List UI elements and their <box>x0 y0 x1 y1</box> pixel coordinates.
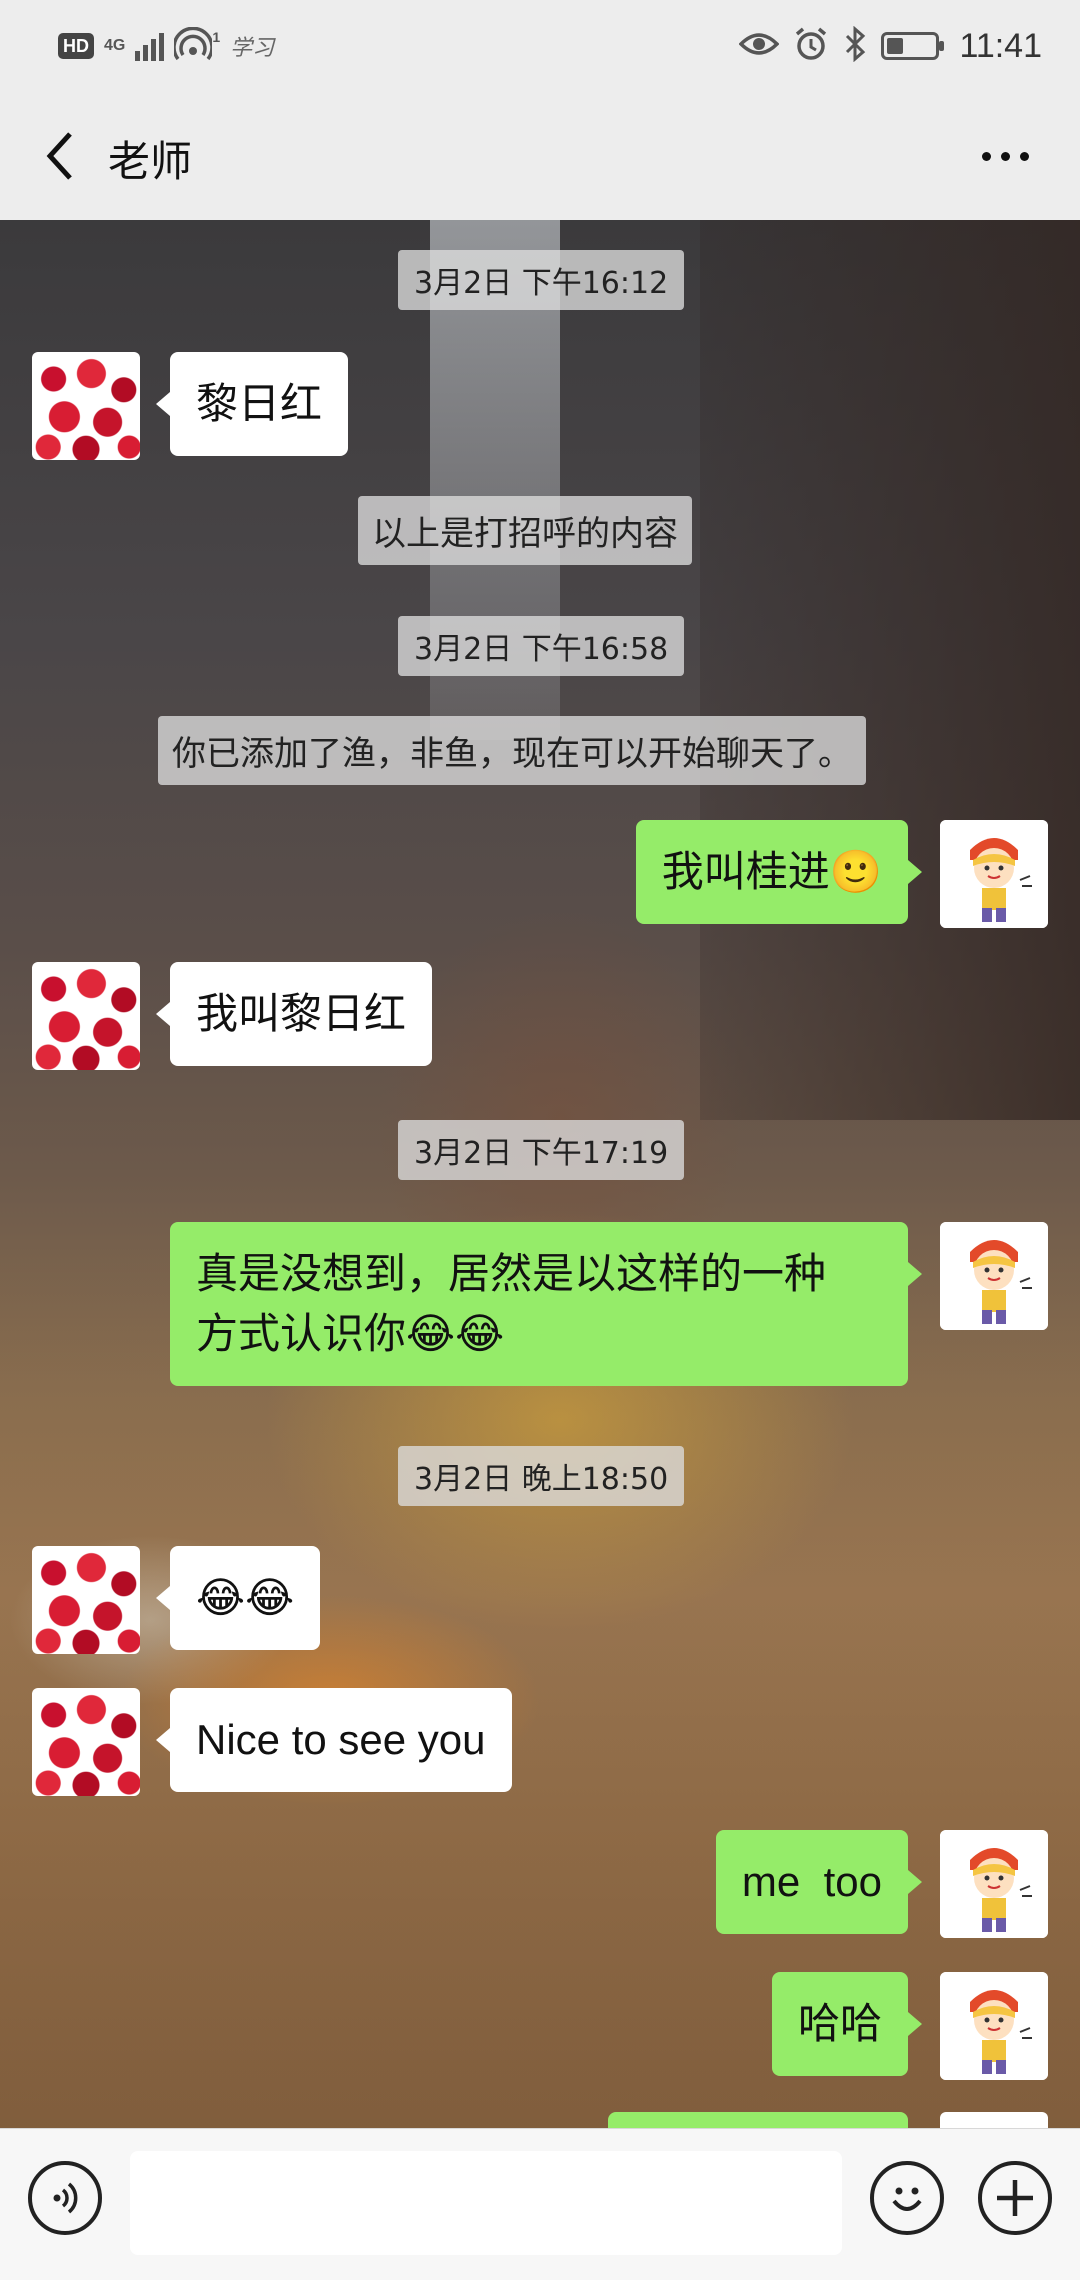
message-bubble-incoming[interactable]: 黎日红 <box>155 352 349 456</box>
timestamp: 3月2日 下午16:12 <box>398 250 685 310</box>
avatar-teacher[interactable] <box>32 1546 140 1654</box>
cartoon-boy-icon <box>940 1222 1048 1330</box>
back-button[interactable] <box>30 126 90 186</box>
message-bubble-incoming[interactable]: 我叫黎日红 <box>155 962 433 1066</box>
system-notice: 你已添加了渔，非鱼，现在可以开始聊天了。 <box>158 716 866 785</box>
background-wall <box>700 220 1080 1120</box>
avatar-teacher[interactable] <box>32 962 140 1070</box>
status-left: HD 4G 1 学习 <box>58 22 274 70</box>
input-bar <box>0 2128 1080 2280</box>
timestamp: 3月2日 下午16:58 <box>398 616 685 676</box>
status-bar: HD 4G 1 学习 11:41 <box>0 0 1080 92</box>
avatar-self[interactable] <box>940 1222 1048 1330</box>
message-input[interactable] <box>130 2151 842 2255</box>
avatar-teacher[interactable] <box>32 1688 140 1796</box>
smile-emoji: 🙂 <box>829 847 882 896</box>
cartoon-boy-icon <box>940 820 1048 928</box>
message-text: 我叫桂进 <box>661 847 830 896</box>
message-bubble-outgoing[interactable]: 真是没想到，居然是以这样的一种 方式认识你😂😂 <box>170 1222 922 1386</box>
message-text-line: 真是没想到，居然是以这样的一种 <box>196 1249 827 1298</box>
voice-icon <box>53 2182 78 2214</box>
network-label: 4G <box>104 37 126 54</box>
hotspot-count: 1 <box>212 29 221 45</box>
plus-icon <box>997 2180 1033 2216</box>
chat-title: 老师 <box>108 137 193 186</box>
status-time: 11:41 <box>959 26 1042 65</box>
hotspot-icon <box>172 26 215 65</box>
message-bubble-incoming[interactable]: Nice to see you <box>156 1688 512 1792</box>
message-bubble-incoming[interactable]: 😂😂 <box>155 1546 321 1650</box>
more-button[interactable] <box>970 128 1040 184</box>
signal-icon <box>135 31 165 61</box>
emoji-button[interactable] <box>870 2161 944 2235</box>
cartoon-boy-icon <box>940 1830 1048 1938</box>
avatar-self[interactable] <box>940 820 1048 928</box>
cartoon-boy-icon <box>940 1972 1048 2080</box>
timestamp: 3月2日 晚上18:50 <box>398 1446 685 1506</box>
bluetooth-icon <box>843 25 867 67</box>
avatar-teacher[interactable] <box>32 352 140 460</box>
smiley-icon <box>892 2187 922 2211</box>
chevron-left-icon <box>46 132 72 180</box>
battery-icon <box>881 32 945 60</box>
more-dots-icon <box>981 151 991 161</box>
hd-badge: HD <box>58 33 94 59</box>
avatar-self[interactable] <box>940 1972 1048 2080</box>
message-bubble-outgoing[interactable]: 我叫桂进🙂 <box>635 820 923 924</box>
system-notice: 以上是打招呼的内容 <box>358 496 692 565</box>
voice-button[interactable] <box>28 2161 102 2235</box>
plus-button[interactable] <box>978 2161 1052 2235</box>
laugh-cry-emoji: 😂😂 <box>196 1573 295 1622</box>
avatar-self[interactable] <box>940 1830 1048 1938</box>
avatar-self[interactable] <box>940 2112 1048 2128</box>
message-bubble-outgoing-partial[interactable] <box>608 2112 908 2128</box>
timestamp: 3月2日 下午17:19 <box>398 1120 685 1180</box>
message-text-line: 方式认识你 <box>196 1309 407 1358</box>
eye-icon <box>738 29 780 64</box>
message-bubble-outgoing[interactable]: 哈哈 <box>771 1972 923 2076</box>
status-right: 11:41 <box>738 22 1042 70</box>
message-bubble-outgoing[interactable]: me too <box>715 1830 923 1934</box>
chat-header: 老师 <box>0 92 1080 220</box>
chat-area[interactable]: 3月2日 下午16:12 黎日红 以上是打招呼的内容 3月2日 下午16:58 … <box>0 220 1080 2128</box>
battery-level <box>887 38 904 54</box>
status-app-label: 学习 <box>230 35 275 60</box>
alarm-icon <box>793 26 829 67</box>
laugh-cry-emoji: 😂😂 <box>406 1309 505 1358</box>
